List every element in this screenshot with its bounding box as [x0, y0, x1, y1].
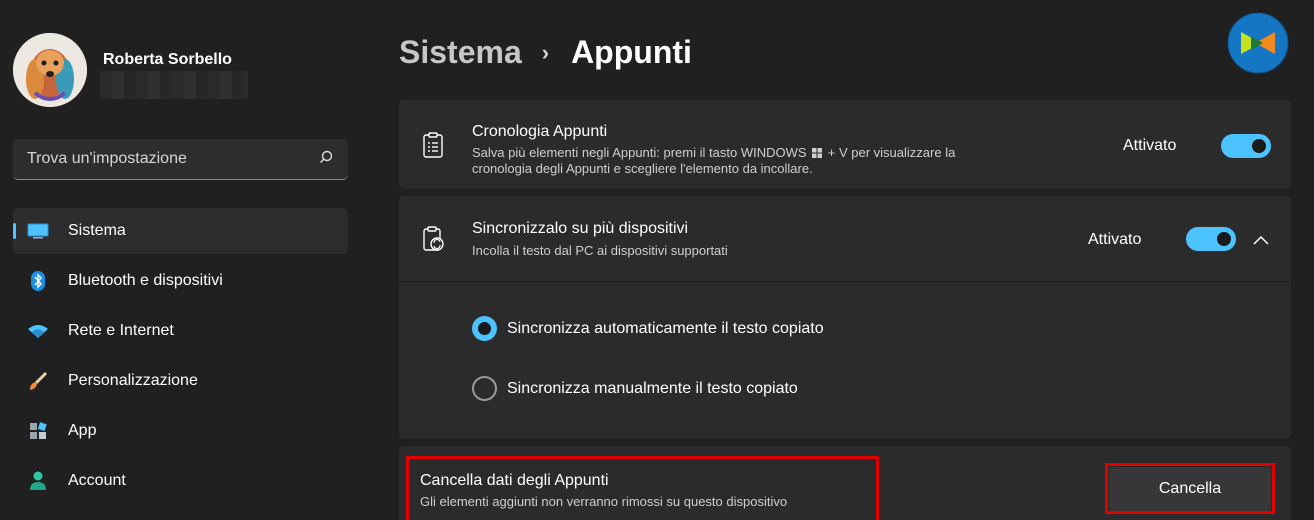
sidebar-item-personalizzazione[interactable]: Personalizzazione: [13, 358, 348, 404]
sidebar-item-bluetooth[interactable]: Bluetooth e dispositivi: [13, 258, 348, 304]
description-part: Salva più elementi negli Appunti: premi …: [472, 145, 807, 160]
radio-label: Sincronizza manualmente il testo copiato: [507, 379, 798, 397]
card-title: Sincronizzalo su più dispositivi: [472, 220, 689, 237]
bluetooth-icon: [25, 271, 51, 291]
clipboard-sync-icon: [422, 226, 446, 257]
toggle-state-label: Attivato: [1123, 137, 1177, 154]
sidebar-item-app[interactable]: App: [13, 408, 348, 454]
clipboard-list-icon: [422, 132, 444, 163]
radio-unselected[interactable]: [472, 376, 497, 401]
radio-label: Sincronizza automaticamente il testo cop…: [507, 319, 824, 337]
chevron-right-icon: ›: [541, 39, 550, 65]
account-icon: [25, 471, 51, 491]
description-part: cronologia degli Appunti e scegliere l'e…: [472, 161, 813, 177]
user-email-redacted: [100, 71, 248, 99]
sync-devices-toggle[interactable]: [1186, 227, 1236, 251]
card-title: Cronologia Appunti: [472, 123, 608, 140]
radio-sync-manual[interactable]: Sincronizza manualmente il testo copiato: [472, 376, 798, 401]
toggle-state-label: Attivato: [1088, 231, 1142, 248]
card-description: Salva più elementi negli Appunti: premi …: [472, 145, 1042, 176]
sidebar-item-label: App: [68, 422, 97, 439]
card-description: Incolla il testo dal PC ai dispositivi s…: [472, 243, 728, 258]
radio-selected[interactable]: [472, 316, 497, 341]
clipboard-history-toggle[interactable]: [1221, 134, 1271, 158]
card-description: Gli elementi aggiunti non verranno rimos…: [420, 494, 788, 509]
chevron-up-icon[interactable]: [1253, 232, 1269, 250]
highlight-box-clear-button: [1105, 463, 1275, 514]
breadcrumb-parent[interactable]: Sistema: [399, 34, 522, 71]
brand-logo: [1227, 12, 1289, 74]
windows-key-icon: [812, 146, 823, 161]
user-name: Roberta Sorbello: [103, 51, 232, 68]
sidebar-item-label: Sistema: [68, 222, 126, 239]
page-title: Appunti: [571, 34, 692, 70]
sidebar-item-label: Account: [68, 472, 126, 489]
breadcrumb: Sistema › Appunti: [399, 34, 692, 71]
sidebar-item-label: Bluetooth e dispositivi: [68, 272, 223, 289]
sidebar-item-account[interactable]: Account: [13, 458, 348, 504]
apps-icon: [25, 421, 51, 441]
avatar[interactable]: [13, 33, 87, 107]
search-box[interactable]: Trova un'impostazione: [13, 139, 348, 180]
card-clipboard-history: Cronologia Appunti Salva più elementi ne…: [399, 100, 1291, 189]
search-icon[interactable]: [318, 149, 334, 170]
sidebar-item-sistema[interactable]: Sistema: [13, 208, 348, 254]
wifi-icon: [25, 321, 51, 341]
divider: [399, 281, 1291, 282]
sidebar-item-label: Personalizzazione: [68, 372, 198, 389]
system-display-icon: [25, 221, 51, 241]
description-part: + V per visualizzare la: [827, 145, 956, 160]
sidebar-item-rete[interactable]: Rete e Internet: [13, 308, 348, 354]
sidebar-item-label: Rete e Internet: [68, 322, 174, 339]
card-title: Cancella dati degli Appunti: [420, 472, 609, 489]
search-input[interactable]: Trova un'impostazione: [27, 150, 318, 168]
radio-sync-auto[interactable]: Sincronizza automaticamente il testo cop…: [472, 316, 824, 341]
brush-icon: [25, 371, 51, 391]
